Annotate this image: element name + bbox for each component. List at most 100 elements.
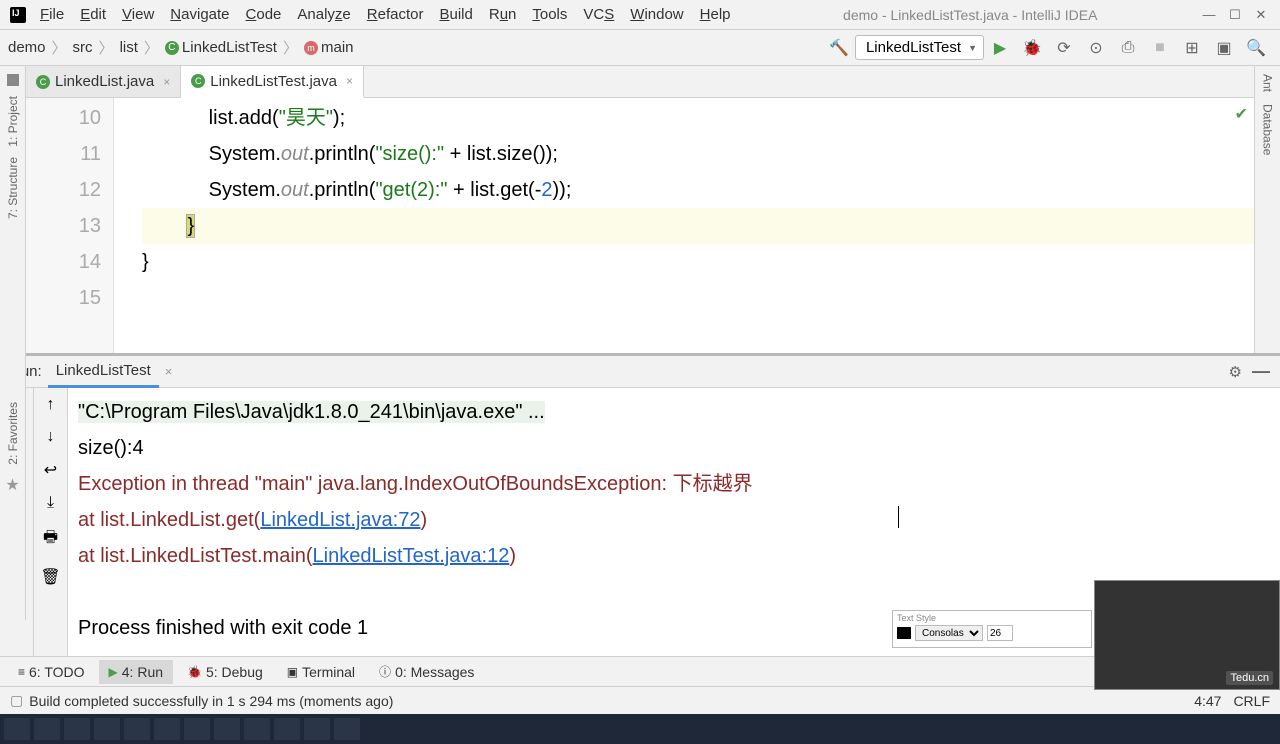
watermark: Tedu.cn [1226,671,1273,685]
print-icon[interactable]: 🖶 [43,526,58,553]
menu-edit[interactable]: Edit [72,2,114,27]
run-button[interactable]: ▶ [988,36,1012,60]
ant-tool-button[interactable]: Ant [1261,74,1275,92]
class-icon: C [165,41,179,55]
menu-refactor[interactable]: Refactor [359,2,432,27]
right-tool-strip: Ant Database [1254,66,1280,353]
stop-button[interactable]: ■ [1148,36,1172,60]
soft-wrap-icon[interactable]: ↩ [44,460,57,480]
up-stacktrace-icon[interactable]: ↑ [47,396,55,414]
method-icon: m [304,41,318,55]
breadcrumb-class[interactable]: CLinkedListTest [165,39,277,56]
folder-icon[interactable] [7,74,19,86]
taskbar-app[interactable] [244,718,270,740]
structure-tool-button[interactable]: 7: Structure [6,157,20,219]
run-tab[interactable]: ▶4: Run [99,660,173,684]
taskbar-app[interactable] [304,718,330,740]
console-stdout: size():4 [78,430,1270,466]
text-style-title: Text Style [897,613,1087,623]
menu-window[interactable]: Window [622,2,691,27]
menu-view[interactable]: View [114,2,162,27]
trash-icon[interactable]: 🗑 [40,567,60,587]
stacktrace-link[interactable]: LinkedList.java:72 [260,509,420,531]
text-caret [898,506,899,528]
stacktrace-link[interactable]: LinkedListTest.java:12 [313,545,510,567]
messages-tab[interactable]: ⓘ0: Messages [369,659,484,684]
breadcrumb-project[interactable]: demo [8,39,46,56]
taskbar-app[interactable] [184,718,210,740]
breadcrumb-src[interactable]: src [73,39,93,56]
code-editor[interactable]: ✔ 10 11 12 13 14 15 list.add("昊天"); Syst… [26,98,1254,353]
start-button[interactable] [4,718,30,740]
taskbar-app[interactable] [64,718,90,740]
menu-run[interactable]: Run [481,2,525,27]
text-style-panel[interactable]: Text Style Consolas [892,610,1092,648]
build-icon[interactable]: 🔨 [827,36,851,60]
maximize-button[interactable]: ☐ [1228,8,1242,22]
chevron-right-icon: 〉 [99,37,114,58]
star-icon[interactable]: ★ [5,475,19,495]
hide-panel-icon[interactable]: — [1252,361,1270,382]
tab-label: LinkedList.java [55,73,154,90]
menu-help[interactable]: Help [692,2,739,27]
taskbar-app[interactable] [214,718,240,740]
editor-tab-linkedlisttest[interactable]: C LinkedListTest.java × [181,66,364,98]
menu-analyze[interactable]: Analyze [289,2,358,27]
menu-file[interactable]: File [32,2,72,27]
project-structure-icon[interactable]: ▣ [1212,36,1236,60]
update-icon[interactable]: ⊞ [1180,36,1204,60]
search-icon[interactable]: 🔍 [1244,36,1268,60]
taskbar-app[interactable] [154,718,180,740]
font-size-input[interactable] [987,625,1013,641]
taskbar-app[interactable] [124,718,150,740]
menu-navigate[interactable]: Navigate [162,2,237,27]
coverage-icon[interactable]: ⟳ [1052,36,1076,60]
app-logo-icon [10,7,26,23]
list-icon: ≡ [18,665,25,679]
line-ending: CRLF [1233,693,1270,709]
close-button[interactable]: ✕ [1254,8,1268,22]
color-swatch[interactable] [897,627,911,639]
debug-button[interactable]: 🐞 [1020,36,1044,60]
chevron-right-icon: 〉 [144,37,159,58]
menu-code[interactable]: Code [238,2,290,27]
profile-icon[interactable]: ⊙ [1084,36,1108,60]
editor-tab-linkedlist[interactable]: C LinkedList.java × [26,66,181,97]
tab-label: LinkedListTest.java [210,73,337,90]
menu-vcs[interactable]: VCS [575,2,622,27]
breadcrumb-method[interactable]: mmain [304,39,354,56]
taskbar-app[interactable] [94,718,120,740]
menu-build[interactable]: Build [431,2,480,27]
status-message: Build completed successfully in 1 s 294 … [29,693,393,709]
debug-tab[interactable]: 🐞5: Debug [177,660,273,684]
down-stacktrace-icon[interactable]: ↓ [47,428,55,446]
close-icon[interactable]: × [346,74,353,88]
terminal-tab[interactable]: ▣Terminal [277,660,365,684]
window-icon[interactable]: ▢ [10,692,23,709]
menu-tools[interactable]: Tools [524,2,575,27]
scroll-to-end-icon[interactable]: ⤓ [47,494,54,512]
attach-icon[interactable]: ⎙ [1116,36,1140,60]
search-icon[interactable] [34,718,60,740]
todo-tab[interactable]: ≡6: TODO [8,660,95,684]
breadcrumb-pkg[interactable]: list [120,39,138,56]
close-icon[interactable]: × [165,364,173,379]
database-tool-button[interactable]: Database [1261,104,1275,155]
project-tool-button[interactable]: 1: Project [6,96,20,147]
console-exception: Exception in thread "main" java.lang.Ind… [78,466,1270,502]
chevron-right-icon: 〉 [283,37,298,58]
minimize-button[interactable]: — [1202,8,1216,22]
favorites-tool-button[interactable]: 2: Favorites [6,402,20,465]
run-panel-header: Run: LinkedListTest × ⚙ — [0,356,1280,388]
run-config-dropdown[interactable]: LinkedListTest [855,35,984,60]
close-icon[interactable]: × [163,75,170,89]
font-select[interactable]: Consolas [915,625,983,641]
terminal-icon: ▣ [287,665,298,679]
code-area[interactable]: list.add("昊天"); System.out.println("size… [114,98,1254,353]
run-panel-config-tab[interactable]: LinkedListTest [48,356,159,388]
taskbar-app[interactable] [274,718,300,740]
gear-icon[interactable]: ⚙ [1229,363,1242,381]
taskbar-app[interactable] [334,718,360,740]
play-icon: ▶ [109,665,118,679]
console-stacktrace-line: at list.LinkedList.get(LinkedList.java:7… [78,502,1270,538]
